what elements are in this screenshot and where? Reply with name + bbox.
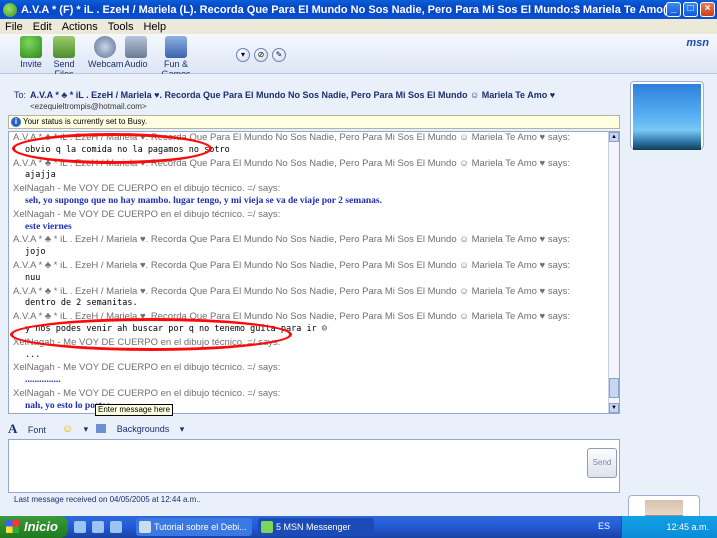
message-text: jojo xyxy=(25,247,46,258)
backgrounds-button[interactable]: Backgrounds ▾ xyxy=(96,423,184,435)
webcam-label: Webcam xyxy=(88,59,124,69)
audio-icon xyxy=(125,36,147,58)
invite-button[interactable]: Invite xyxy=(14,36,48,69)
conversation-panel: To: A.V.A * ♣ * iL . EzeH / Mariela ♥. R… xyxy=(0,74,717,538)
info-icon: i xyxy=(11,117,21,127)
menu-tools[interactable]: Tools xyxy=(103,21,139,33)
invite-icon xyxy=(20,36,42,58)
to-label: To: xyxy=(14,90,27,100)
webcam-button[interactable]: Webcam xyxy=(88,36,124,69)
msn-icon xyxy=(3,2,17,17)
emoticon-button[interactable]: ☺ ▾ xyxy=(62,423,88,435)
message-text: ... xyxy=(25,349,41,360)
message-text: este viernes xyxy=(25,221,72,232)
menu-bar: File Edit Actions Tools Help xyxy=(0,19,717,34)
menu-actions[interactable]: Actions xyxy=(57,21,103,33)
message-text: ............... xyxy=(25,375,61,386)
minimize-button[interactable]: _ xyxy=(666,2,681,17)
start-label: Inicio xyxy=(24,519,58,534)
windows-flag-icon xyxy=(6,520,19,533)
task-tutorial-label: Tutorial sobre el Debi... xyxy=(154,522,247,532)
message-text: dentro de 2 semanitas. xyxy=(25,298,138,309)
sender-line: XelNagah - Me VOY DE CUERPO en el dibujo… xyxy=(13,208,281,220)
highlight-oval xyxy=(10,318,292,351)
conversation-history[interactable]: A.V.A * ♣ * iL . EzeH / Mariela ♥. Recor… xyxy=(8,131,620,414)
window-title: A.V.A * (F) * iL . EzeH / Mariela (L). R… xyxy=(21,3,666,16)
last-message-status: Last message received on 04/05/2005 at 1… xyxy=(14,495,201,504)
message-text: seh, yo supongo que no hay mambo. lugar … xyxy=(25,195,382,206)
sender-line: A.V.A * ♣ * iL . EzeH / Mariela ♥. Recor… xyxy=(13,259,570,271)
quicklaunch-msn-icon[interactable] xyxy=(110,521,122,533)
invite-label: Invite xyxy=(20,59,42,69)
font-label: Font xyxy=(27,425,46,435)
scroll-thumb[interactable] xyxy=(609,378,619,398)
send-files-icon xyxy=(53,36,75,58)
sender-line: A.V.A * ♣ * iL . EzeH / Mariela ♥. Recor… xyxy=(13,285,570,297)
task-msn[interactable]: 5 MSN Messenger xyxy=(258,518,374,536)
language-indicator[interactable]: ES xyxy=(598,521,610,531)
sender-line: XelNagah - Me VOY DE CUERPO en el dibujo… xyxy=(13,183,281,195)
message-input[interactable]: Send xyxy=(8,439,620,493)
status-notice: i Your status is currently set to Busy. xyxy=(8,115,620,129)
webcam-icon xyxy=(94,36,116,58)
block-icon[interactable]: ⊘ xyxy=(254,48,268,62)
emoticon-icon: ☺ xyxy=(61,423,74,435)
document-icon xyxy=(139,521,151,533)
clock: 12:45 a.m. xyxy=(666,522,709,532)
msn-icon xyxy=(261,521,273,533)
pen-icon[interactable]: ✎ xyxy=(272,48,286,62)
title-bar: A.V.A * (F) * iL . EzeH / Mariela (L). R… xyxy=(0,0,717,19)
fun-games-button[interactable]: Fun & Games xyxy=(152,36,200,79)
contact-email: <ezequieltrompis@hotmail.com> xyxy=(30,102,147,111)
status-notice-text: Your status is currently set to Busy. xyxy=(23,117,148,126)
palm-tree-picture xyxy=(633,84,701,150)
audio-button[interactable]: Audio xyxy=(122,36,150,69)
close-button[interactable]: × xyxy=(700,2,715,17)
backgrounds-icon xyxy=(96,423,107,433)
menu-file[interactable]: File xyxy=(0,21,28,33)
contact-name: A.V.A * ♣ * iL . EzeH / Mariela ♥. Recor… xyxy=(30,90,556,100)
maximize-button[interactable]: □ xyxy=(683,2,698,17)
to-bar: To: A.V.A * ♣ * iL . EzeH / Mariela ♥. R… xyxy=(8,80,620,112)
sender-line: XelNagah - Me VOY DE CUERPO en el dibujo… xyxy=(13,362,281,374)
quicklaunch-desktop-icon[interactable] xyxy=(92,521,104,533)
contact-display-picture[interactable] xyxy=(630,81,704,150)
message-text: nuu xyxy=(25,272,41,283)
audio-label: Audio xyxy=(124,59,148,69)
message-list: A.V.A * ♣ * iL . EzeH / Mariela ♥. Recor… xyxy=(13,132,609,413)
font-button[interactable]: A Font xyxy=(8,421,54,437)
menu-edit[interactable]: Edit xyxy=(28,21,57,33)
toolbar-more-button[interactable]: ▾ xyxy=(236,48,250,62)
send-button[interactable]: Send xyxy=(587,448,617,478)
format-bar: A Font ☺ ▾ Backgrounds ▾ xyxy=(8,420,620,438)
send-files-button[interactable]: Send Files xyxy=(44,36,84,79)
fun-games-icon xyxy=(165,36,187,58)
highlight-oval xyxy=(12,133,212,164)
sender-line: A.V.A * ♣ * iL . EzeH / Mariela ♥. Recor… xyxy=(13,234,570,246)
history-scrollbar[interactable]: ▲ ▼ xyxy=(608,132,619,413)
task-msn-label: 5 MSN Messenger xyxy=(276,522,351,532)
msn-logo: msn xyxy=(686,37,709,49)
menu-help[interactable]: Help xyxy=(138,21,171,33)
scroll-up-icon[interactable]: ▲ xyxy=(609,132,619,142)
system-tray: 12:45 a.m. xyxy=(621,516,717,538)
message-text: ajajja xyxy=(25,170,56,181)
scroll-down-icon[interactable]: ▼ xyxy=(609,403,619,413)
font-icon: A xyxy=(8,421,18,436)
sender-line: XelNagah - Me VOY DE CUERPO en el dibujo… xyxy=(13,387,281,399)
backgrounds-label: Backgrounds xyxy=(116,423,170,434)
toolbar: Invite Send Files Webcam Audio Fun & Gam… xyxy=(0,34,717,79)
start-button[interactable]: Inicio xyxy=(0,516,68,538)
task-tutorial[interactable]: Tutorial sobre el Debi... xyxy=(136,518,252,536)
quicklaunch-ie-icon[interactable] xyxy=(74,521,86,533)
input-tooltip: Enter message here xyxy=(95,404,174,416)
